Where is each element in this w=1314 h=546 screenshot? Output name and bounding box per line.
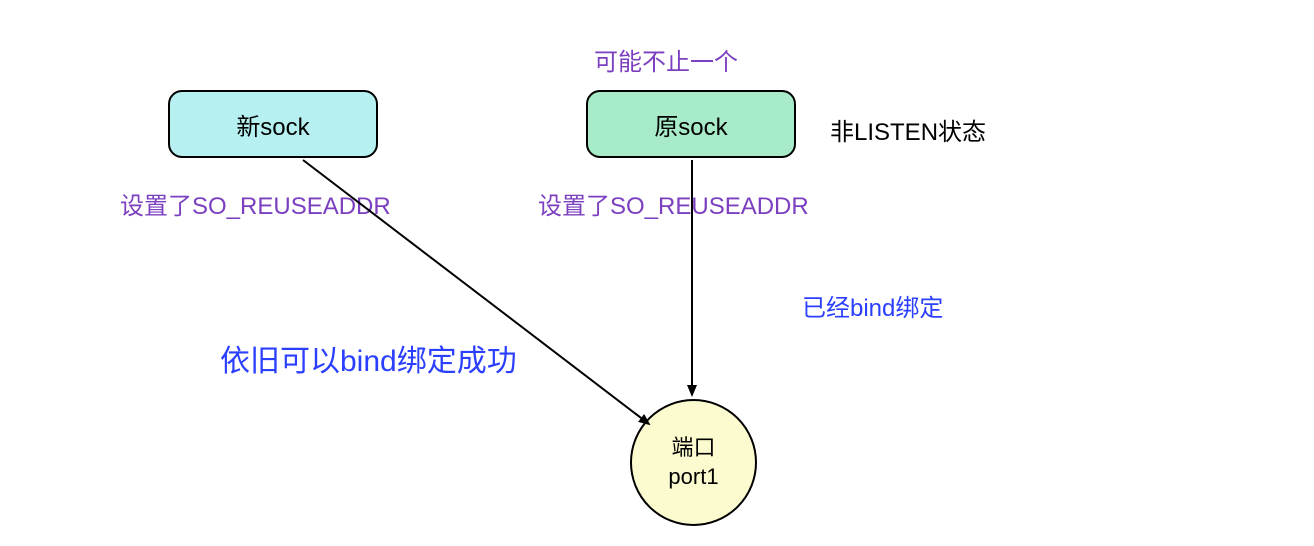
bind-success-text: 依旧可以bind绑定成功	[220, 345, 517, 378]
maybe-more-text: 可能不止一个	[594, 49, 738, 76]
new-sock-reuseaddr-text: 设置了SO_REUSEADDR	[120, 193, 391, 220]
port-label-1: 端口	[671, 434, 715, 463]
new-sock-node: 新sock	[168, 90, 378, 158]
port-label-2: port1	[668, 463, 718, 492]
new-sock-reuseaddr-label: 设置了SO_REUSEADDR	[120, 186, 391, 221]
new-sock-label: 新sock	[236, 107, 309, 142]
port-node: 端口 port1	[630, 399, 757, 526]
non-listen-text: 非LISTEN状态	[830, 119, 986, 146]
already-bound-text: 已经bind绑定	[802, 295, 943, 322]
non-listen-label: 非LISTEN状态	[830, 112, 986, 147]
orig-sock-reuseaddr-text: 设置了SO_REUSEADDR	[538, 193, 809, 220]
orig-sock-node: 原sock	[586, 90, 796, 158]
orig-sock-label: 原sock	[654, 107, 727, 142]
orig-sock-reuseaddr-label: 设置了SO_REUSEADDR	[538, 186, 809, 221]
bind-success-label: 依旧可以bind绑定成功	[220, 336, 517, 380]
already-bound-label: 已经bind绑定	[802, 288, 943, 323]
maybe-more-label: 可能不止一个	[594, 42, 738, 77]
